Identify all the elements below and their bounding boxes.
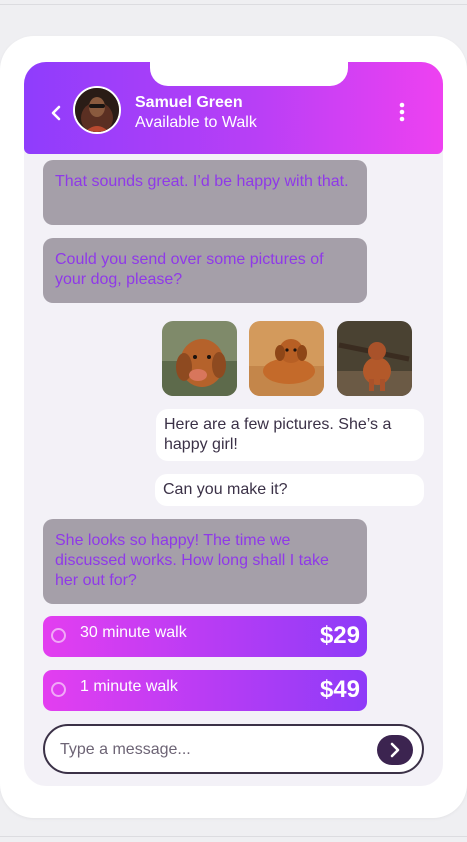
phone-notch: [150, 50, 348, 86]
incoming-message: Could you send over some pictures of you…: [43, 238, 367, 303]
dog-photo-1[interactable]: [162, 321, 237, 396]
message-input[interactable]: [58, 736, 362, 764]
bottom-divider: [0, 836, 467, 837]
top-divider: [0, 4, 467, 5]
option-price: $29: [319, 622, 360, 649]
avatar[interactable]: [73, 86, 121, 134]
option-label: 1 minute walk: [80, 678, 178, 695]
walk-option[interactable]: 1 minute walk $49: [43, 670, 367, 711]
dog-photo-3[interactable]: [337, 321, 412, 396]
outgoing-message: Can you make it?: [155, 474, 424, 506]
outgoing-message: Here are a few pictures. She’s a happy g…: [156, 409, 424, 461]
dog-photo-2[interactable]: [249, 321, 324, 396]
radio-button[interactable]: [51, 628, 66, 643]
contact-status: Available to Walk: [135, 114, 257, 131]
vertical-dots-icon[interactable]: [396, 102, 408, 122]
incoming-message: That sounds great. I’d be happy with tha…: [43, 160, 367, 225]
send-button[interactable]: [377, 735, 413, 765]
radio-button[interactable]: [51, 682, 66, 697]
option-price: $49: [319, 676, 360, 703]
chevron-right-icon: [390, 742, 400, 758]
option-label: 30 minute walk: [80, 624, 187, 641]
chevron-left-icon[interactable]: [48, 104, 64, 122]
incoming-message: She looks so happy! The time we discusse…: [43, 519, 367, 604]
message-composer: [43, 724, 424, 774]
walk-option[interactable]: 30 minute walk $29: [43, 616, 367, 657]
contact-name: Samuel Green: [135, 94, 243, 111]
